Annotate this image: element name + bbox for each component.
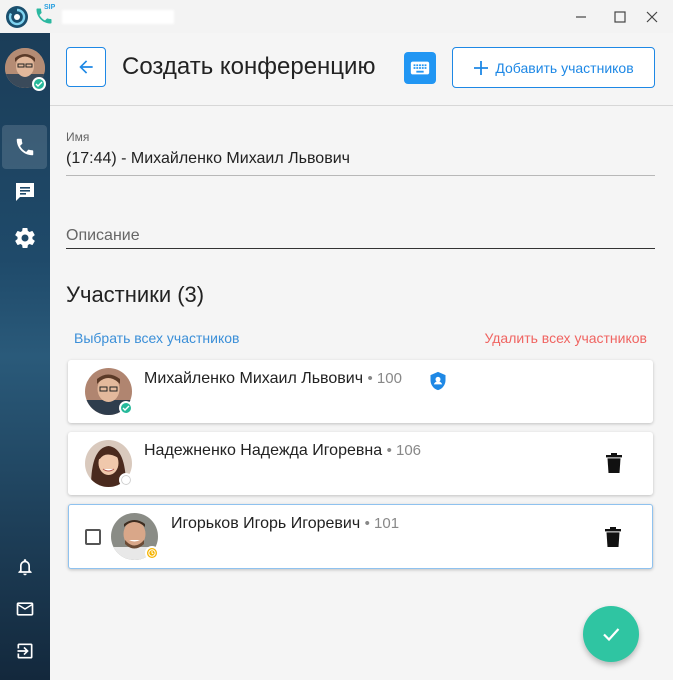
name-field[interactable]: (17:44) - Михайленко Михаил Львович [66, 150, 350, 168]
online-status-icon [119, 401, 133, 415]
check-icon [603, 628, 620, 642]
title-bar: SIP [0, 0, 673, 33]
trash-icon [606, 453, 622, 473]
participant-card[interactable]: Михайленко Михаил Львович • 100 [68, 360, 653, 423]
trash-icon [605, 527, 621, 547]
select-all-link[interactable]: Выбрать всех участников [74, 330, 239, 346]
bell-icon [18, 559, 32, 576]
nav-logout[interactable] [0, 629, 50, 673]
delete-all-link[interactable]: Удалить всех участников [484, 330, 647, 346]
delete-participant-button[interactable] [605, 453, 623, 473]
keyboard-button[interactable] [404, 52, 436, 84]
sidebar [0, 33, 50, 680]
phone-icon [16, 138, 33, 156]
mail-icon [16, 602, 34, 616]
chat-icon [16, 183, 34, 201]
page-title: Создать конференцию [122, 53, 376, 80]
online-status-icon [32, 77, 46, 91]
nav-settings[interactable] [0, 216, 50, 260]
sip-phone-icon: SIP [34, 4, 58, 28]
shield-icon [428, 370, 448, 392]
nav-calls[interactable] [2, 125, 47, 169]
participant-name: Игорьков Игорь Игоревич • 101 [171, 515, 400, 532]
nav-mail[interactable] [0, 587, 50, 631]
delete-participant-button[interactable] [604, 527, 622, 547]
app-logo-icon [6, 6, 28, 28]
logout-icon [17, 643, 33, 659]
add-participants-button[interactable]: Добавить участников [452, 47, 655, 88]
keyboard-icon [410, 61, 430, 75]
confirm-button[interactable] [583, 606, 639, 662]
back-button[interactable] [66, 47, 106, 87]
participant-extension: • 106 [386, 442, 422, 459]
nav-chat[interactable] [0, 170, 50, 214]
add-participants-label: Добавить участников [495, 59, 634, 76]
plus-icon [474, 60, 489, 75]
participant-checkbox[interactable] [85, 529, 101, 545]
main-content: Создать конференцию Добавить участников … [50, 33, 673, 680]
offline-status-icon [119, 473, 133, 487]
participant-card[interactable]: Надежненко Надежда Игоревна • 106 [68, 432, 653, 495]
description-field-underline [66, 248, 655, 249]
maximize-button[interactable] [611, 8, 629, 26]
gear-icon [15, 227, 35, 249]
name-field-underline [66, 175, 655, 176]
app-name-blurred [62, 10, 174, 24]
away-status-icon [145, 546, 159, 560]
page-header: Создать конференцию Добавить участников [50, 33, 673, 106]
participants-title: Участники (3) [66, 282, 205, 307]
description-field[interactable]: Описание [66, 227, 140, 245]
arrow-left-icon [79, 60, 93, 74]
participant-name: Надежненко Надежда Игоревна • 106 [144, 442, 422, 459]
participant-name: Михайленко Михаил Львович • 100 [144, 370, 402, 387]
participant-card[interactable]: Игорьков Игорь Игоревич • 101 [68, 504, 653, 569]
nav-notifications[interactable] [0, 545, 50, 589]
close-window-button[interactable] [643, 8, 661, 26]
participant-extension: • 100 [367, 370, 402, 387]
minimize-button[interactable] [572, 8, 590, 26]
participant-extension: • 101 [364, 515, 400, 532]
name-field-label: Имя [66, 130, 90, 144]
